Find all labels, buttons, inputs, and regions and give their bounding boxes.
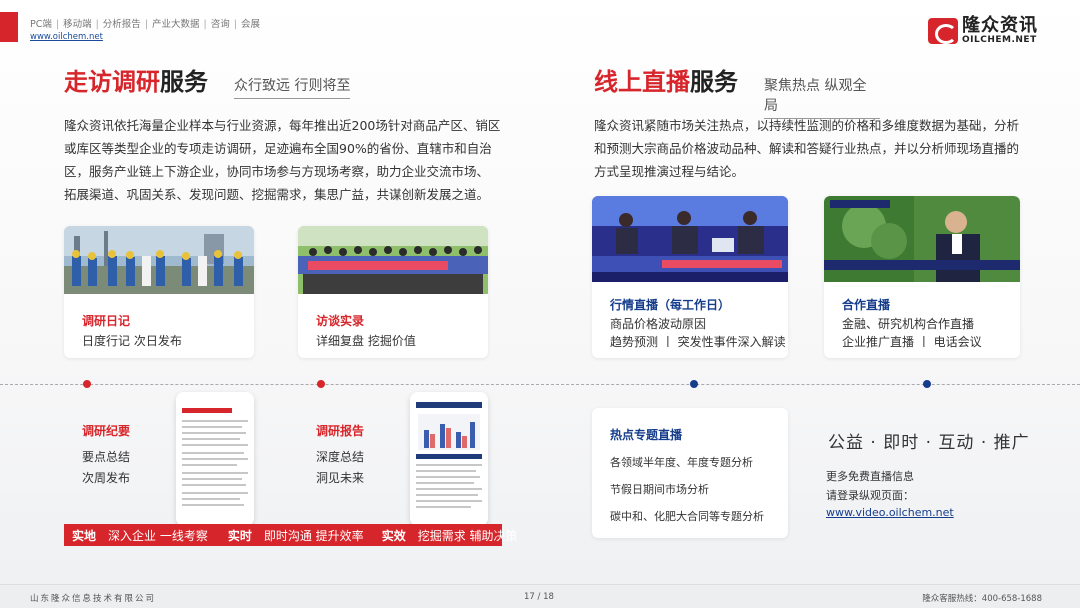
- card-text: 日度行记 次日发布: [82, 334, 182, 348]
- left-section-title: 走访调研服务 众行致远 行则将至: [64, 62, 351, 99]
- feature-label: 实效: [381, 528, 406, 543]
- feature-label: 实地: [72, 528, 97, 543]
- left-title-highlight: 走访调研: [64, 68, 160, 96]
- footer: 山东隆众信息技术有限公司 17 / 18 隆众客服热线：400-658-1688: [0, 584, 1080, 608]
- more-info-text: 更多免费直播信息: [826, 470, 914, 483]
- top-navigation: PC端 | 移动端 | 分析报告 | 产业大数据 | 咨询 | 会展: [30, 19, 260, 30]
- feature-label: 实时: [227, 528, 252, 543]
- card-text: 企业推广直播 丨 电话会议: [842, 335, 982, 349]
- nav-pc[interactable]: PC端: [30, 19, 52, 30]
- interview-photo: [824, 196, 1020, 282]
- nav-mobile[interactable]: 移动端: [63, 19, 92, 30]
- slogan: 公益 · 即时 · 互动 · 推广: [828, 433, 1030, 453]
- studio-photo: [592, 196, 788, 282]
- site-url-link[interactable]: www.oilchem.net: [30, 32, 103, 42]
- logo-cn-text: 隆众资讯: [962, 15, 1038, 36]
- right-subtitle: 聚焦热点 纵观全局: [764, 75, 880, 119]
- brand-logo[interactable]: 隆众资讯 OILCHEM.NET: [928, 17, 1038, 45]
- market-live-card[interactable]: 行情直播（每工作日） 商品价格波动原因 趋势预测 丨 突发性事件深入解读: [592, 196, 788, 358]
- card-title: 行情直播（每工作日）: [610, 298, 731, 312]
- left-desc-line: 区，服务产业链上下游企业，协同市场参与方现场考察，助力企业交流市场、: [64, 164, 490, 179]
- report-phone-mockup: [410, 392, 488, 526]
- summary-line: 次周发布: [82, 471, 131, 485]
- card-title: 访谈实录: [316, 314, 365, 328]
- hot-topic-line: 节假日期间市场分析: [610, 483, 709, 496]
- hot-topic-line: 碳中和、化肥大合同等专题分析: [610, 510, 764, 523]
- company-name: 山东隆众信息技术有限公司: [30, 594, 157, 604]
- research-photo: [64, 226, 254, 294]
- summary-phone-mockup: [176, 392, 254, 526]
- research-diary-card[interactable]: 调研日记 日度行记 次日发布: [64, 226, 254, 358]
- nav-exhibition[interactable]: 会展: [241, 19, 260, 30]
- timeline-divider: [0, 384, 1080, 385]
- summary-title: 调研纪要: [82, 424, 131, 438]
- card-title: 调研日记: [82, 314, 131, 328]
- right-desc-line: 方式呈现推演过程与结论。: [594, 164, 745, 179]
- group-photo: [298, 226, 488, 294]
- left-desc-line: 隆众资讯依托海量企业样本与行业资源，每年推出近200场针对商品产区、销区: [64, 118, 501, 133]
- right-section-title: 线上直播服务 聚焦热点 纵观全局: [594, 62, 880, 119]
- video-site-link[interactable]: www.video.oilchem.net: [826, 506, 954, 519]
- feature-text: 即时沟通 提升效率: [263, 528, 364, 543]
- summary-line: 要点总结: [82, 450, 131, 464]
- left-desc-line: 或库区等类型企业的专项走访调研，足迹遍布全国90%的省份、直辖市和自治: [64, 141, 492, 156]
- card-text: 金融、研究机构合作直播: [842, 317, 975, 331]
- feature-text: 深入企业 一线考察: [108, 528, 208, 543]
- right-desc-line: 和预测大宗商品价格波动品种、解读和答疑行业热点，并以分析师现场直播的: [594, 141, 1020, 156]
- left-desc-line: 拓展渠道、巩固关系、发现问题、挖掘需求，集思广益，共谋创新发展之道。: [64, 187, 490, 202]
- cooperation-live-card[interactable]: 合作直播 金融、研究机构合作直播 企业推广直播 丨 电话会议: [824, 196, 1020, 358]
- timeline-dot: [923, 380, 931, 388]
- card-text: 详细复盘 挖掘价值: [316, 334, 416, 348]
- corner-accent: [0, 12, 18, 42]
- interview-record-card[interactable]: 访谈实录 详细复盘 挖掘价值: [298, 226, 488, 358]
- report-line: 洞见未来: [316, 471, 365, 485]
- left-description: 隆众资讯依托海量企业样本与行业资源，每年推出近200场针对商品产区、销区 或库区…: [64, 114, 504, 206]
- hot-topic-card[interactable]: 热点专题直播 各领域半年度、年度专题分析 节假日期间市场分析 碳中和、化肥大合同…: [592, 408, 788, 538]
- report-title: 调研报告: [316, 424, 365, 438]
- hot-topic-line: 各领域半年度、年度专题分析: [610, 456, 753, 469]
- right-desc-line: 隆众资讯紧随市场关注热点，以持续性监测的价格和多维度数据为基础，分析: [594, 118, 1020, 133]
- report-line: 深度总结: [316, 450, 365, 464]
- right-title-highlight: 线上直播: [594, 68, 690, 96]
- timeline-dot: [690, 380, 698, 388]
- nav-reports[interactable]: 分析报告: [103, 19, 141, 30]
- right-description: 隆众资讯紧随市场关注热点，以持续性监测的价格和多维度数据为基础，分析 和预测大宗…: [594, 114, 1034, 183]
- timeline-dot: [83, 380, 91, 388]
- nav-consulting[interactable]: 咨询: [211, 19, 230, 30]
- logo-icon: [928, 18, 958, 44]
- page-number: 17 / 18: [524, 592, 554, 602]
- service-hotline: 隆众客服热线：400-658-1688: [922, 594, 1042, 604]
- card-text: 趋势预测 丨 突发性事件深入解读: [610, 335, 786, 349]
- logo-en-text: OILCHEM.NET: [962, 35, 1037, 45]
- timeline-dot: [317, 380, 325, 388]
- left-subtitle: 众行致远 行则将至: [234, 75, 351, 99]
- login-hint-text: 请登录纵观页面：: [826, 489, 914, 502]
- hot-topic-title: 热点专题直播: [610, 428, 683, 442]
- nav-bigdata[interactable]: 产业大数据: [152, 19, 200, 30]
- feature-text: 挖掘需求 辅助决策: [417, 528, 518, 543]
- left-title-dark: 服务: [160, 68, 208, 96]
- card-text: 商品价格波动原因: [610, 317, 707, 331]
- features-bar: 实地 深入企业 一线考察 实时 即时沟通 提升效率 实效 挖掘需求 辅助决策: [64, 524, 518, 546]
- right-title-dark: 服务: [690, 68, 738, 96]
- card-title: 合作直播: [842, 298, 891, 312]
